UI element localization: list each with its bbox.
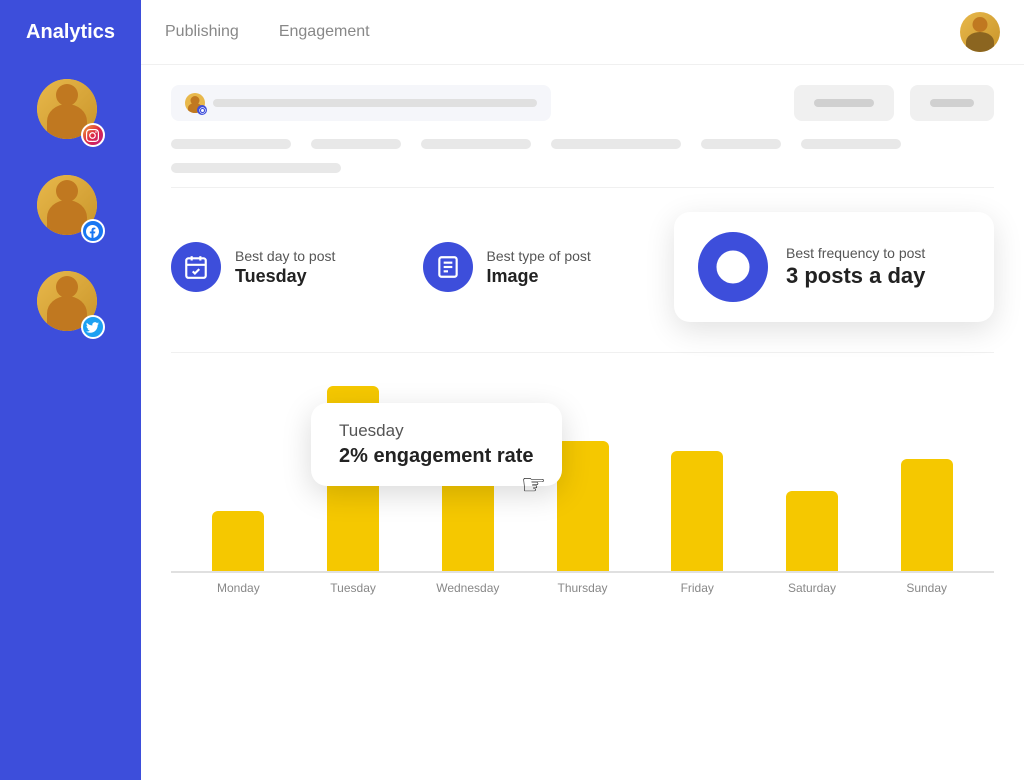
insight-value-best-type: Image [487,266,591,287]
divider [171,187,994,188]
twitter-badge [81,315,105,339]
cursor-icon: ☞ [521,468,546,501]
filter-btn-2-line [930,99,974,107]
insights-row: Best day to post Tuesday Best type of po… [171,212,994,322]
chart-area: Tuesday 2% engagement rate ☞ MondayTuesd… [171,373,994,595]
main-content: Publishing Engagement [141,0,1024,780]
bar-friday [671,451,723,571]
skeleton-block [421,139,531,149]
insight-text-best-frequency: Best frequency to post 3 posts a day [786,245,925,289]
skeleton-block [801,139,901,149]
skeleton-block [701,139,781,149]
content-area: Best day to post Tuesday Best type of po… [141,65,1024,780]
sidebar-item-twitter[interactable] [37,271,105,339]
tab-publishing[interactable]: Publishing [165,19,239,45]
bar-thursday [557,441,609,571]
bar-label-thursday: Thursday [525,573,640,595]
insight-card-best-type: Best type of post Image [423,212,651,322]
skeleton-block [171,139,291,149]
tooltip-value: 2% engagement rate [339,445,534,468]
insight-text-best-type: Best type of post Image [487,248,591,287]
bar-label-tuesday: Tuesday [296,573,411,595]
bar-chart [171,373,994,573]
skeleton-row-1 [171,139,994,149]
filter-button-1[interactable] [794,85,894,121]
bar-group-friday[interactable] [640,373,755,571]
bar-label-saturday: Saturday [755,573,870,595]
bar-labels: MondayTuesdayWednesdayThursdayFridaySatu… [171,573,994,595]
insight-icon-clock [698,232,768,302]
user-avatar[interactable] [960,12,1000,52]
filter-btn-1-line [814,99,874,107]
filter-input-line [213,99,537,107]
bar-sunday [901,459,953,571]
insight-label-best-day: Best day to post [235,248,335,264]
topnav: Publishing Engagement [141,0,1024,65]
insight-card-best-frequency: Best frequency to post 3 posts a day [674,212,994,322]
sidebar-title: Analytics [0,0,141,65]
skeleton-block [551,139,681,149]
skeleton-block [171,163,341,173]
bar-saturday [786,491,838,571]
insight-value-best-day: Tuesday [235,266,335,287]
sidebar: Analytics [0,0,141,780]
insight-icon-calendar [171,242,221,292]
filter-button-2[interactable] [910,85,994,121]
bar-group-saturday[interactable] [755,373,870,571]
divider-2 [171,352,994,353]
bar-group-monday[interactable] [181,373,296,571]
skeleton-row-2 [171,163,994,173]
insight-label-best-type: Best type of post [487,248,591,264]
tab-engagement[interactable]: Engagement [279,19,370,45]
bar-group-sunday[interactable] [869,373,984,571]
insight-icon-document [423,242,473,292]
bar-label-monday: Monday [181,573,296,595]
filter-bar [171,85,994,121]
insight-card-best-day: Best day to post Tuesday [171,212,399,322]
bar-label-friday: Friday [640,573,755,595]
sidebar-item-facebook[interactable] [37,175,105,243]
facebook-badge [81,219,105,243]
insight-text-best-day: Best day to post Tuesday [235,248,335,287]
instagram-badge [81,123,105,147]
filter-input-container[interactable] [171,85,551,121]
bar-monday [212,511,264,571]
bar-label-wednesday: Wednesday [410,573,525,595]
tooltip-day: Tuesday [339,421,534,441]
skeleton-block [311,139,401,149]
bar-label-sunday: Sunday [869,573,984,595]
insight-value-best-frequency: 3 posts a day [786,263,925,289]
sidebar-item-instagram[interactable] [37,79,105,147]
insight-label-best-frequency: Best frequency to post [786,245,925,261]
